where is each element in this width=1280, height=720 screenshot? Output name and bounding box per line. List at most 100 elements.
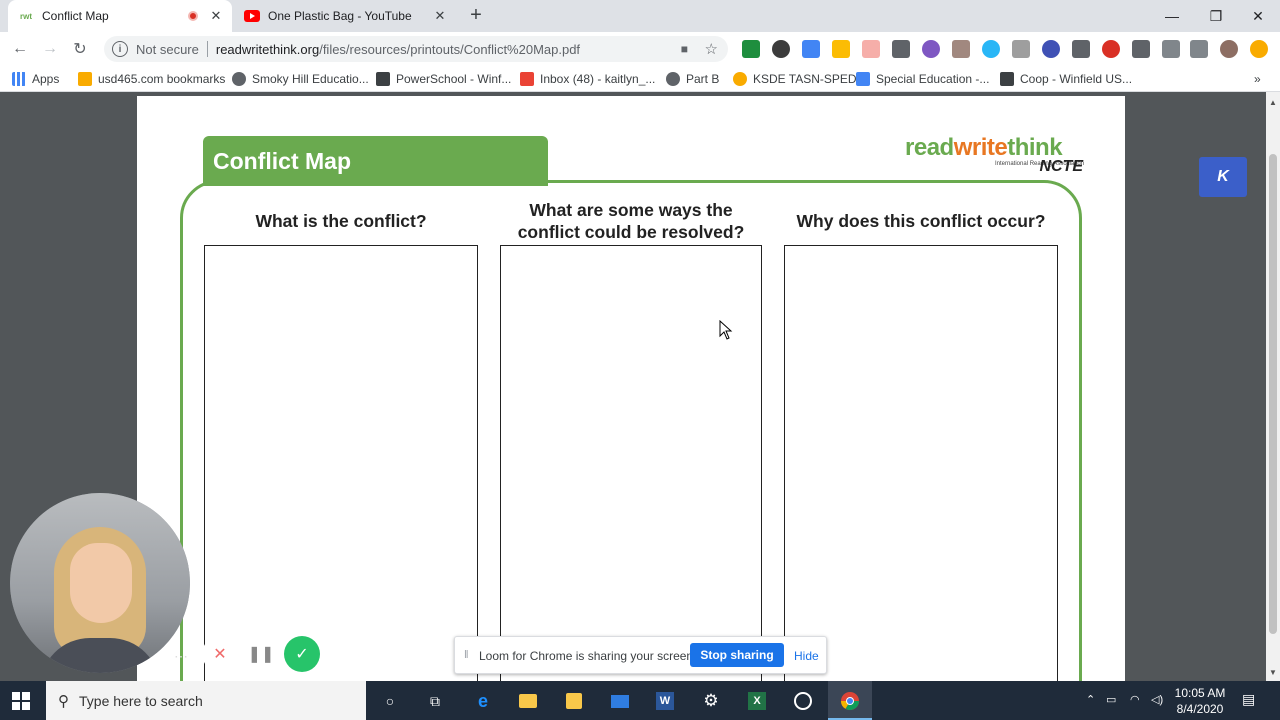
- search-placeholder: Type here to search: [79, 692, 203, 709]
- answer-box-cause[interactable]: [784, 245, 1058, 681]
- answer-box-resolution[interactable]: [500, 245, 762, 681]
- bookmark-smoky-hill[interactable]: Smoky Hill Educatio...: [232, 70, 369, 88]
- bookmark-star-icon[interactable]: ☆: [705, 40, 718, 58]
- logo-think: think: [1007, 134, 1063, 161]
- puzzle-icon[interactable]: [1132, 40, 1150, 58]
- address-bar[interactable]: i Not secure readwritethink.org/files/re…: [104, 36, 728, 62]
- grid-extension-icon[interactable]: [1072, 40, 1090, 58]
- show-hidden-icons-icon[interactable]: ⌃: [1086, 693, 1095, 706]
- close-tab-icon[interactable]: ✕: [208, 8, 224, 24]
- bookmark-coop[interactable]: Coop - Winfield US...: [1000, 70, 1132, 88]
- drive-extension-icon[interactable]: [832, 40, 850, 58]
- kami-extension-icon[interactable]: [1042, 40, 1060, 58]
- volume-icon[interactable]: ◁): [1151, 693, 1163, 706]
- url-host: readwritethink.org: [215, 41, 320, 57]
- webcam-bubble[interactable]: [10, 493, 190, 673]
- answer-box-conflict[interactable]: [204, 245, 478, 681]
- update-icon[interactable]: [1250, 40, 1268, 58]
- security-label: Not secure: [136, 41, 199, 57]
- bookmark-part-b[interactable]: Part B: [666, 70, 719, 88]
- cortana-icon[interactable]: ○: [378, 689, 402, 713]
- stop-sharing-button[interactable]: Stop sharing: [690, 643, 784, 667]
- close-tab-icon[interactable]: ✕: [432, 8, 448, 24]
- bookmark-label: Smoky Hill Educatio...: [252, 72, 369, 86]
- edge-icon[interactable]: e: [471, 689, 495, 713]
- url-path: /files/resources/printouts/Conflict%20Ma…: [319, 41, 581, 57]
- notifications-icon[interactable]: ▤: [1242, 691, 1255, 708]
- extension-icon[interactable]: [952, 40, 970, 58]
- drag-handle-icon[interactable]: ‖: [464, 649, 469, 661]
- bookmark-apps[interactable]: Apps: [12, 70, 59, 88]
- battery-icon[interactable]: ▭: [1106, 693, 1116, 706]
- tab-youtube[interactable]: One Plastic Bag - YouTube ✕: [234, 0, 456, 32]
- forward-button[interactable]: →: [38, 37, 62, 61]
- task-view-icon[interactable]: ⧉: [423, 689, 447, 713]
- extension-icon[interactable]: [862, 40, 880, 58]
- extension-icon[interactable]: [892, 40, 910, 58]
- loom-more-icon[interactable]: ⋯: [174, 648, 188, 665]
- bookmark-usd465[interactable]: usd465.com bookmarks: [78, 70, 225, 88]
- extension-icon[interactable]: [772, 40, 790, 58]
- store-icon[interactable]: [562, 689, 586, 713]
- loom-finish-button[interactable]: ✓: [284, 636, 320, 672]
- app-icon[interactable]: [791, 689, 815, 713]
- scroll-down-icon[interactable]: ▼: [1269, 668, 1277, 677]
- reload-button[interactable]: ↻: [68, 37, 92, 61]
- extension-icon[interactable]: [1102, 40, 1120, 58]
- system-clock[interactable]: 10:05 AM 8/4/2020: [1172, 685, 1228, 717]
- close-window-button[interactable]: ✕: [1236, 0, 1280, 32]
- loom-pause-button[interactable]: ❚❚: [243, 636, 279, 672]
- windows-start-icon[interactable]: [12, 692, 30, 710]
- avatar[interactable]: [1220, 40, 1238, 58]
- kami-toolbar-button[interactable]: K: [1199, 157, 1247, 197]
- tab-strip: rwt Conflict Map ✕ One Plastic Bag - You…: [0, 0, 1280, 32]
- doc-icon: [856, 72, 870, 86]
- bookmark-inbox[interactable]: Inbox (48) - kaitlyn_...: [520, 70, 655, 88]
- reading-list-icon[interactable]: [1190, 40, 1208, 58]
- chrome-icon[interactable]: [838, 689, 862, 713]
- settings-gear-icon[interactable]: ⚙: [699, 689, 723, 713]
- classroom-extension-icon[interactable]: [742, 40, 760, 58]
- column-heading-resolution: What are some ways the conflict could be…: [500, 199, 762, 243]
- hide-sharing-bar-button[interactable]: Hide: [794, 649, 819, 663]
- readwritethink-logo: readwritethink International Reading Ass…: [905, 134, 1085, 178]
- bookmark-ksde[interactable]: KSDE TASN-SPED: [733, 70, 857, 88]
- excel-icon[interactable]: X: [745, 689, 769, 713]
- taskbar-search-box[interactable]: ⚲ Type here to search: [46, 681, 366, 720]
- pdf-page: Conflict Map readwritethink Internationa…: [137, 96, 1125, 681]
- alarm-extension-icon[interactable]: [982, 40, 1000, 58]
- bookmark-label: usd465.com bookmarks: [98, 72, 226, 86]
- bookmark-label: KSDE TASN-SPED: [753, 72, 857, 86]
- coop-icon: [1000, 72, 1014, 86]
- scroll-up-icon[interactable]: ▲: [1269, 98, 1277, 107]
- extension-icon[interactable]: [922, 40, 940, 58]
- tab-title: Conflict Map: [42, 9, 109, 23]
- bookmark-special-education[interactable]: Special Education -...: [856, 70, 989, 88]
- cast-icon[interactable]: [1162, 40, 1180, 58]
- tab-conflict-map[interactable]: rwt Conflict Map ✕: [8, 0, 232, 32]
- minimize-button[interactable]: —: [1150, 0, 1194, 32]
- more-bookmarks-icon[interactable]: »: [1254, 70, 1261, 88]
- extension-icon[interactable]: [1012, 40, 1030, 58]
- clock-date: 8/4/2020: [1176, 702, 1224, 716]
- info-icon[interactable]: i: [112, 41, 128, 57]
- camera-icon[interactable]: ■: [681, 42, 688, 56]
- back-button[interactable]: ←: [8, 37, 32, 61]
- column-heading-cause: Why does this conflict occur?: [796, 211, 1046, 231]
- scrollbar-thumb[interactable]: [1269, 154, 1277, 634]
- bookmark-powerschool[interactable]: PowerSchool - Winf...: [376, 70, 511, 88]
- vertical-scrollbar[interactable]: ▲ ▼: [1266, 92, 1280, 681]
- restore-button[interactable]: ❐: [1194, 0, 1238, 32]
- word-icon[interactable]: W: [653, 689, 677, 713]
- wifi-icon[interactable]: ◠: [1130, 693, 1140, 706]
- tab-title: One Plastic Bag - YouTube: [268, 9, 412, 23]
- ksde-icon: [733, 72, 747, 86]
- webcam-person-face: [70, 543, 132, 623]
- new-tab-button[interactable]: +: [466, 5, 486, 26]
- loom-cancel-button[interactable]: ✕: [202, 636, 238, 672]
- file-explorer-icon[interactable]: [516, 689, 540, 713]
- mail-icon[interactable]: [608, 689, 632, 713]
- bookmark-label: Special Education -...: [876, 72, 990, 86]
- calendar-extension-icon[interactable]: [802, 40, 820, 58]
- screen-sharing-bar: ‖ Loom for Chrome is sharing your screen…: [454, 636, 827, 674]
